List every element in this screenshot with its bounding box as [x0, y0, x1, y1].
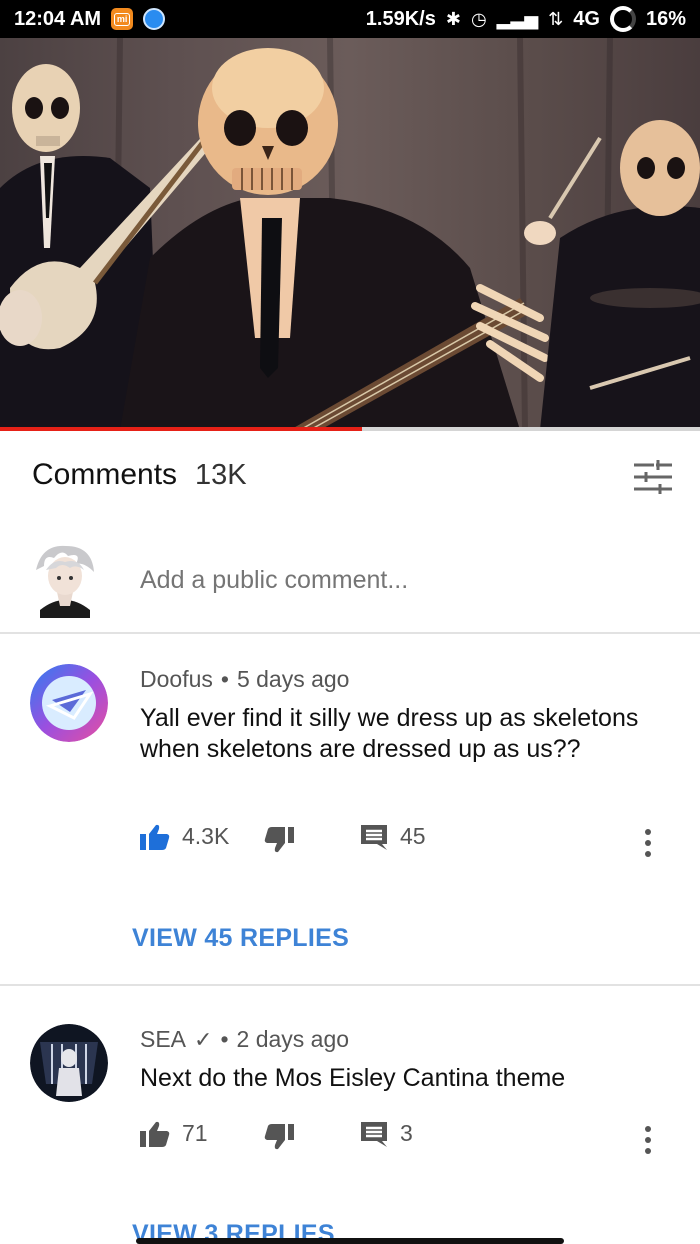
center-skeleton-figure — [120, 48, 549, 430]
comments-count: 13K — [195, 459, 247, 491]
reply-button[interactable]: 3 — [360, 1120, 413, 1147]
comment-meta: SEA ✓ • 2 days ago — [140, 1026, 349, 1053]
more-options-icon[interactable] — [638, 823, 658, 863]
video-frame-illustration — [0, 38, 700, 430]
comment-item: Doofus • 5 days ago Yall ever find it si… — [0, 634, 700, 984]
reply-button[interactable]: 45 — [360, 823, 426, 850]
comment-text: Next do the Mos Eisley Cantina theme — [140, 1064, 566, 1092]
data-transfer-icon: ⇅ — [548, 8, 564, 29]
commenter-avatar[interactable] — [30, 1024, 108, 1102]
like-button[interactable]: 4.3K — [140, 823, 229, 850]
thumbs-up-icon — [140, 824, 170, 850]
meta-separator: • — [220, 1026, 229, 1052]
comment-author[interactable]: Doofus — [140, 666, 213, 693]
comments-title: Comments — [32, 458, 178, 491]
clock: 12:04 AM — [14, 7, 102, 30]
user-avatar[interactable] — [32, 540, 98, 618]
reply-count: 45 — [400, 823, 426, 849]
status-bar: 12:04 AM mi 1.59K/s ✱ ◷ ▂▃▅ ⇅ 4G 16% — [0, 0, 700, 38]
thumbs-up-icon — [140, 1121, 170, 1147]
video-progress-bar[interactable] — [0, 427, 700, 431]
thumbs-down-icon — [264, 827, 294, 853]
network-type: 4G — [573, 7, 600, 30]
mi-app-icon: mi — [111, 8, 134, 30]
add-comment-input[interactable] — [140, 566, 660, 595]
comment-actions: 71 3 — [140, 1120, 680, 1160]
like-button[interactable]: 71 — [140, 1120, 208, 1147]
comments-header: Comments 13K — [32, 458, 247, 492]
verified-check-icon: ✓ — [194, 1026, 213, 1052]
battery-ring-icon — [609, 6, 636, 32]
thumbs-down-icon — [264, 1124, 294, 1150]
comment-timestamp: 5 days ago — [236, 666, 350, 692]
bluetooth-icon: ✱ — [445, 8, 461, 29]
right-skeleton-drummer — [524, 120, 700, 430]
commenter-avatar[interactable] — [30, 664, 108, 742]
battery-level: 16% — [645, 7, 686, 30]
video-progress-fill — [0, 427, 362, 431]
more-options-icon[interactable] — [638, 1120, 658, 1160]
add-comment-row — [0, 532, 700, 632]
comment-actions: 4.3K 45 — [140, 823, 680, 863]
alarm-icon: ◷ — [470, 8, 487, 29]
account-notification-icon — [143, 8, 166, 30]
reply-count: 3 — [400, 1120, 413, 1146]
like-count: 71 — [182, 1120, 208, 1146]
network-speed: 1.59K/s — [365, 7, 436, 30]
reply-comment-icon — [361, 824, 387, 850]
meta-separator: • — [220, 666, 229, 692]
comment-text: Yall ever find it silly we dress up as s… — [140, 704, 639, 763]
view-replies-link[interactable]: VIEW 45 REPLIES — [132, 924, 349, 953]
comment-item: SEA ✓ • 2 days ago Next do the Mos Eisle… — [0, 986, 700, 1244]
signal-icon: ▂▃▅ — [496, 8, 539, 29]
dislike-button[interactable] — [264, 1124, 294, 1150]
gesture-home-bar[interactable] — [136, 1238, 564, 1244]
reply-comment-icon — [361, 1121, 387, 1147]
like-count: 4.3K — [182, 823, 230, 849]
comment-timestamp: 2 days ago — [236, 1026, 350, 1052]
dislike-button[interactable] — [264, 827, 294, 853]
sort-filter-icon[interactable] — [634, 460, 672, 494]
comment-meta: Doofus • 5 days ago — [140, 666, 349, 693]
video-player[interactable] — [0, 38, 700, 430]
comment-author[interactable]: SEA — [140, 1026, 186, 1053]
